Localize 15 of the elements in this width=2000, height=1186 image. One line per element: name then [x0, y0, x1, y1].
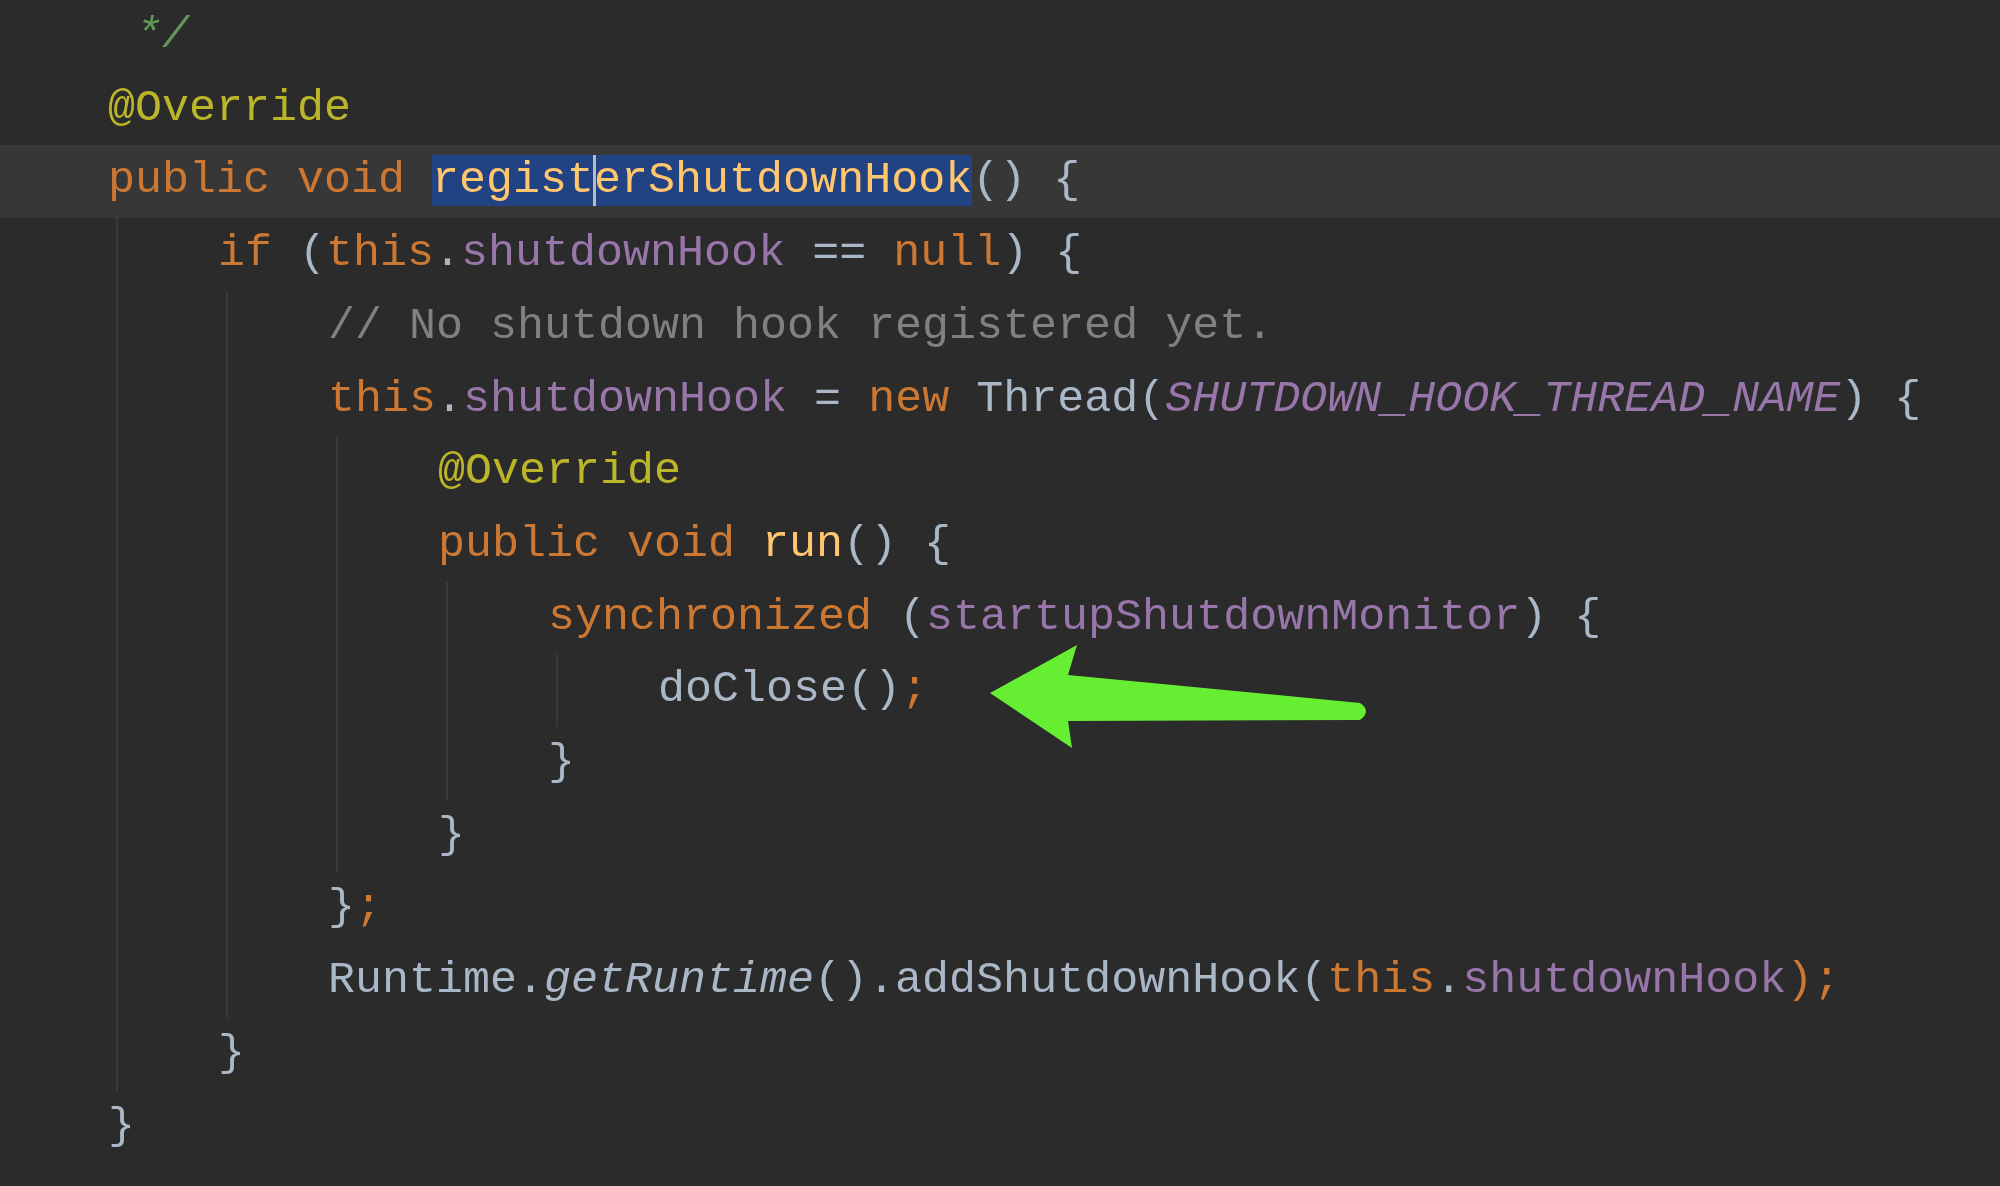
code-line: @Override	[108, 81, 352, 136]
code-line: }	[108, 1099, 135, 1154]
code-line: synchronized (startupShutdownMonitor) {	[548, 590, 1602, 645]
code-line: }	[438, 808, 465, 863]
code-line: if (this.shutdownHook == null) {	[218, 227, 1083, 282]
code-line: }	[548, 736, 575, 791]
code-line: */	[134, 9, 189, 63]
code-line: public void run() {	[438, 517, 952, 572]
code-line: Runtime.getRuntime().addShutdownHook(this.shutdownHook);	[328, 954, 1841, 1009]
code-line: };	[328, 881, 383, 936]
code-line: this.shutdownHook = new Thread(SHUTDOWN_HOOK_THREAD_NAME) {	[328, 372, 1922, 427]
code-line: // No shutdown hook registered yet.	[328, 299, 1274, 354]
code-line: doClose();	[658, 663, 929, 718]
code-line: @Override	[438, 445, 682, 500]
code-line: }	[218, 1026, 245, 1081]
